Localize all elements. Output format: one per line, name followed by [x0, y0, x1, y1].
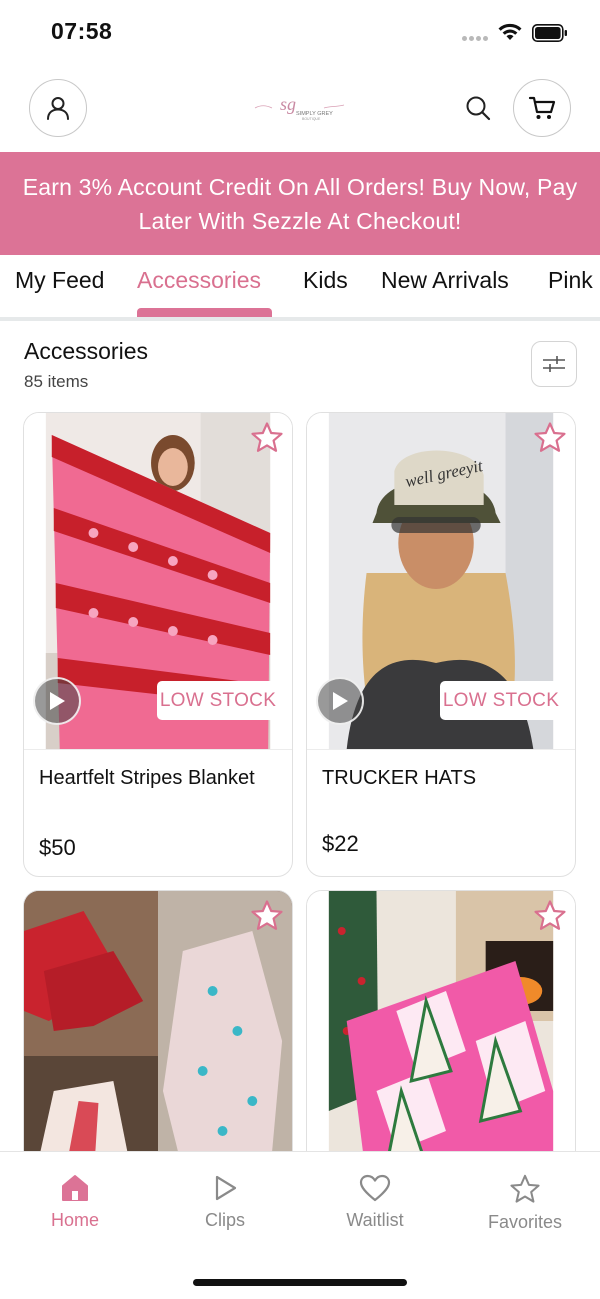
tab-accessories[interactable]: Accessories	[137, 267, 261, 294]
card-divider	[24, 749, 292, 750]
app-header: sg SIMPLY GREY BOUTIQUE	[0, 66, 600, 152]
signal-icon	[462, 36, 490, 42]
product-image[interactable]	[307, 891, 575, 1180]
filter-button[interactable]	[531, 341, 577, 387]
play-icon	[215, 1175, 237, 1201]
account-button[interactable]	[29, 79, 87, 137]
nav-favorites-label: Favorites	[487, 1212, 563, 1232]
brand-logo: sg SIMPLY GREY BOUTIQUE	[254, 94, 345, 121]
home-icon	[62, 1175, 88, 1201]
nav-home-label: Home	[50, 1210, 99, 1230]
nav-clips[interactable]: Clips	[165, 1174, 285, 1231]
category-tabs: My Feed Accessories Kids New Arrivals Pi…	[0, 255, 600, 321]
active-tab-indicator	[137, 308, 272, 317]
product-name[interactable]: TRUCKER HATS	[322, 763, 562, 793]
status-bar: 07:58	[0, 0, 600, 66]
product-card[interactable]	[306, 890, 576, 1180]
tab-new-arrivals[interactable]: New Arrivals	[381, 267, 509, 294]
product-name[interactable]: Heartfelt Stripes Blanket	[39, 763, 279, 793]
promo-text: Earn 3% Account Credit On All Orders! Bu…	[22, 173, 578, 234]
play-video-button[interactable]	[33, 677, 81, 725]
play-icon	[50, 692, 65, 710]
product-card[interactable]: well greeyit LOW STOCK TRUCKER HATS $22	[306, 412, 576, 877]
star-icon	[510, 1174, 540, 1203]
search-icon	[466, 96, 491, 121]
user-icon	[47, 97, 69, 120]
play-video-button[interactable]	[316, 677, 364, 725]
tab-my-feed[interactable]: My Feed	[15, 267, 104, 294]
play-icon	[333, 692, 348, 710]
low-stock-badge: LOW STOCK	[157, 681, 279, 720]
status-time: 07:58	[51, 18, 113, 44]
svg-text:BOUTIQUE: BOUTIQUE	[302, 117, 321, 121]
tab-kids[interactable]: Kids	[303, 267, 348, 294]
favorite-star-icon[interactable]	[533, 421, 567, 455]
product-image[interactable]	[24, 891, 292, 1180]
search-button[interactable]	[462, 92, 494, 124]
nav-home[interactable]: Home	[15, 1174, 135, 1231]
product-price: $50	[39, 835, 76, 860]
product-price: $22	[322, 831, 359, 856]
bottom-nav: Home Clips Waitlist Favorites	[0, 1151, 600, 1299]
low-stock-badge: LOW STOCK	[440, 681, 562, 720]
home-indicator[interactable]	[193, 1279, 407, 1286]
item-count: 85 items	[24, 372, 89, 391]
wifi-icon	[498, 23, 522, 40]
nav-waitlist[interactable]: Waitlist	[315, 1174, 435, 1231]
heart-icon	[359, 1174, 391, 1202]
tab-pink[interactable]: Pink	[548, 267, 593, 294]
svg-text:sg: sg	[280, 94, 296, 114]
promo-banner[interactable]: Earn 3% Account Credit On All Orders! Bu…	[0, 152, 600, 255]
favorite-star-icon[interactable]	[250, 899, 284, 933]
favorite-star-icon[interactable]	[533, 899, 567, 933]
section-title: Accessories	[24, 338, 148, 364]
cart-icon	[528, 96, 556, 119]
nav-waitlist-label: Waitlist	[346, 1210, 404, 1230]
product-card[interactable]: LOW STOCK Heartfelt Stripes Blanket $50	[23, 412, 293, 877]
card-divider	[307, 749, 575, 750]
filter-sliders-icon	[543, 356, 565, 372]
favorite-star-icon[interactable]	[250, 421, 284, 455]
nav-clips-label: Clips	[204, 1210, 245, 1230]
cart-button[interactable]	[513, 79, 571, 137]
battery-icon	[532, 24, 567, 42]
product-card[interactable]	[23, 890, 293, 1180]
nav-favorites[interactable]: Favorites	[465, 1174, 585, 1233]
